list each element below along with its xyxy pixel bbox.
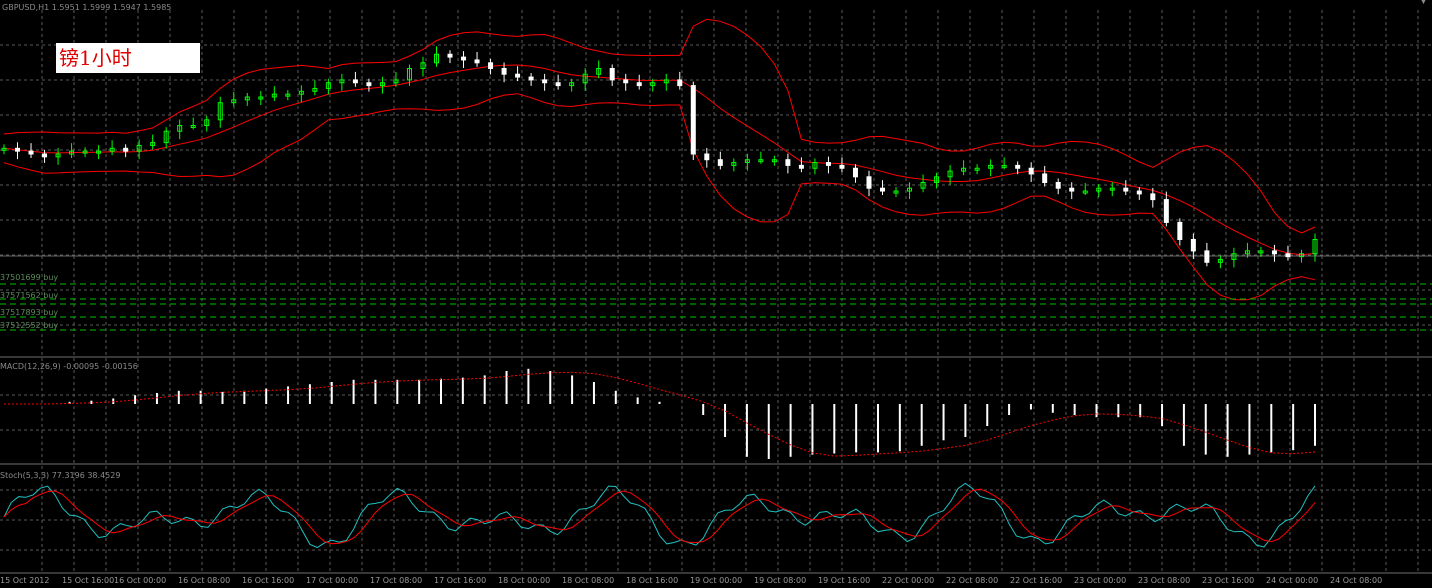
macd-histogram <box>4 368 1316 459</box>
candle-body <box>839 164 845 169</box>
candle-body <box>1055 182 1061 189</box>
candle-body <box>880 187 886 192</box>
order-label[interactable]: 37571562 buy <box>0 291 58 300</box>
candle-body <box>1204 250 1210 263</box>
candle-body <box>690 85 696 155</box>
candle-body <box>555 82 561 87</box>
time-tick: 23 Oct 16:00 <box>1202 576 1255 585</box>
candle-body <box>501 68 507 75</box>
time-tick: 16 Oct 00:00 <box>114 576 167 585</box>
candle-body <box>704 153 710 161</box>
candle-body <box>866 176 872 189</box>
candle-body <box>1069 187 1075 192</box>
candle-body <box>1028 167 1034 175</box>
candle-body <box>852 167 858 178</box>
time-tick: 22 Oct 08:00 <box>946 576 999 585</box>
candle-body <box>366 82 372 87</box>
candle-body <box>1177 221 1183 240</box>
chart-grid <box>0 10 1432 572</box>
time-tick: 16 Oct 16:00 <box>242 576 295 585</box>
time-tick: 16 Oct 08:00 <box>178 576 231 585</box>
candle-body <box>28 150 34 155</box>
time-tick: 18 Oct 08:00 <box>562 576 615 585</box>
time-tick: 22 Oct 16:00 <box>1010 576 1063 585</box>
price-chart[interactable] <box>0 0 1432 588</box>
candle-body <box>42 153 48 158</box>
bollinger-bands <box>3 18 1316 301</box>
candle-body <box>1163 199 1169 223</box>
time-tick: 19 Oct 16:00 <box>818 576 871 585</box>
candle-body <box>609 68 615 81</box>
candle-body <box>623 79 629 84</box>
order-label[interactable]: 37512552 buy <box>0 321 58 330</box>
candle-body <box>1015 164 1021 169</box>
candle-body <box>528 76 534 81</box>
time-tick: 15 Oct 16:00 <box>62 576 115 585</box>
candle-body <box>15 147 21 152</box>
candle-body <box>1136 190 1142 195</box>
time-tick: 22 Oct 00:00 <box>882 576 935 585</box>
candle-body <box>461 56 467 61</box>
candle-body <box>677 79 683 87</box>
candle-body <box>352 79 358 84</box>
stoch-main-line <box>3 482 1316 549</box>
annotation-label: 镑1小时 <box>56 43 200 73</box>
time-tick: 23 Oct 08:00 <box>1138 576 1191 585</box>
candle-body <box>1285 253 1291 258</box>
candle-body <box>1042 173 1048 183</box>
candle-body <box>447 53 453 58</box>
order-lines <box>0 283 1432 331</box>
chart-shift-icon[interactable]: ▼ <box>1420 0 1430 6</box>
time-tick: 17 Oct 08:00 <box>370 576 423 585</box>
bollinger-upper <box>3 18 1316 234</box>
time-tick: 19 Oct 00:00 <box>690 576 743 585</box>
candle-body <box>717 159 723 166</box>
candle-body <box>515 73 521 78</box>
bollinger-lower <box>3 93 1316 301</box>
time-tick: 18 Oct 00:00 <box>498 576 551 585</box>
order-label[interactable]: 37517893 buy <box>0 308 58 317</box>
time-tick: 18 Oct 16:00 <box>626 576 679 585</box>
candle-body <box>636 82 642 87</box>
bollinger-middle <box>3 64 1316 256</box>
candle-body <box>1150 193 1156 201</box>
candle-body <box>542 79 548 84</box>
candle-body <box>798 164 804 169</box>
macd-label: MACD(12,26,9) -0.00095 -0.00156 <box>0 362 138 371</box>
candle-body <box>1190 239 1196 252</box>
time-tick: 17 Oct 16:00 <box>434 576 487 585</box>
time-tick: 17 Oct 00:00 <box>306 576 359 585</box>
stochastic-lines <box>3 482 1316 549</box>
candle-body <box>1123 187 1129 192</box>
time-tick: 24 Oct 08:00 <box>1330 576 1383 585</box>
candle-body <box>785 159 791 166</box>
time-tick: 19 Oct 08:00 <box>754 576 807 585</box>
symbol-info: GBPUSD,H1 1.5951 1.5999 1.5947 1.5985 <box>2 3 172 12</box>
time-tick: 15 Oct 2012 <box>0 576 50 585</box>
candle-body <box>1271 250 1277 255</box>
order-label[interactable]: 37501699 buy <box>0 273 58 282</box>
candle-body <box>488 62 494 69</box>
candle-body <box>825 162 831 166</box>
candle-body <box>474 59 480 64</box>
candle-body <box>123 147 129 152</box>
time-tick: 24 Oct 00:00 <box>1266 576 1319 585</box>
stoch-label: Stoch(5,3,3) 77.3196 38.4529 <box>0 471 121 480</box>
time-tick: 23 Oct 00:00 <box>1074 576 1127 585</box>
